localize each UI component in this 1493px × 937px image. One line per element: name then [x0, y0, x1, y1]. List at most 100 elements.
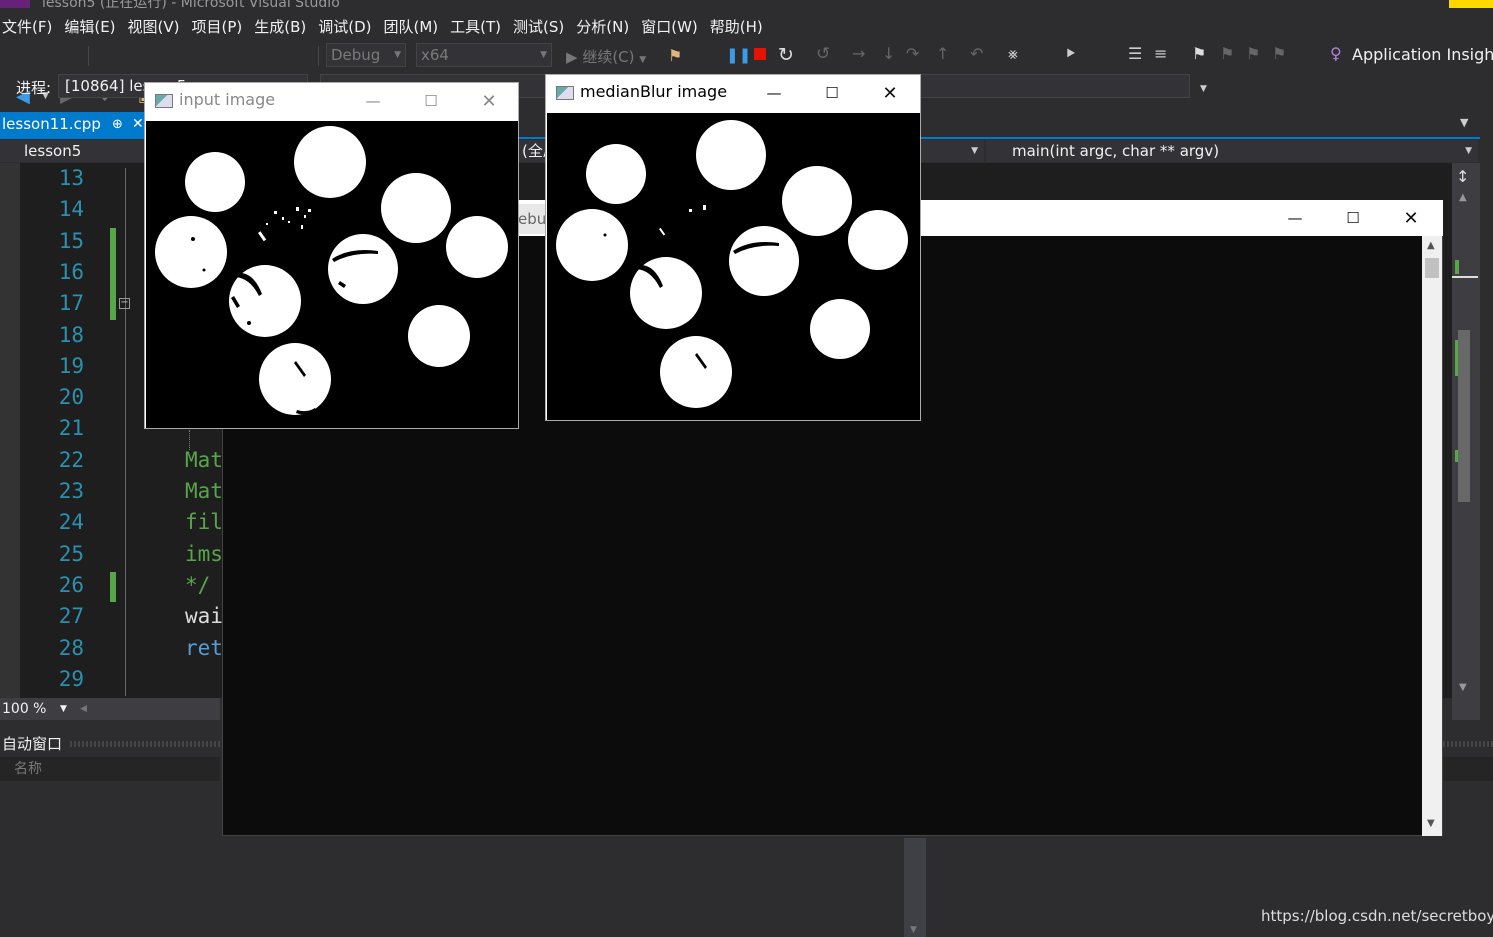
menu-bar: 文件(F) 编辑(E) 视图(V) 项目(P) 生成(B) 调试(D) 团队(M…	[0, 12, 1493, 40]
notification-flag-icon[interactable]	[1449, 0, 1493, 8]
pause-icon[interactable]: ❚❚	[726, 46, 751, 64]
continue-label: 继续(C)	[582, 48, 635, 66]
close-icon[interactable]: ✕	[1388, 203, 1434, 233]
opencv-window-icon	[155, 94, 173, 108]
line-number: 14	[58, 197, 84, 222]
step-over-icon[interactable]: ↷	[906, 44, 919, 63]
console-scrollbar[interactable]	[1422, 236, 1442, 836]
collapse-icon[interactable]: −	[119, 298, 130, 309]
autos-header-strip	[1443, 757, 1493, 781]
console-title-fragment: ebu	[518, 204, 546, 234]
project-name: lesson5	[24, 142, 82, 160]
outline-guide	[125, 168, 126, 696]
zoom-value: 100 %	[2, 701, 47, 717]
menu-build[interactable]: 生成(B)	[254, 16, 318, 37]
menu-view[interactable]: 视图(V)	[128, 16, 192, 37]
step-back-icon[interactable]: ↶	[970, 44, 983, 63]
stop-icon[interactable]	[754, 48, 766, 60]
tab-list-dropdown-icon[interactable]: ▼	[1460, 116, 1468, 129]
pin-icon[interactable]: ⊕	[112, 112, 123, 137]
line-number: 20	[58, 385, 84, 410]
median-blur-image-title: medianBlur image	[580, 82, 728, 101]
minimize-icon[interactable]: —	[1272, 203, 1318, 233]
lightbulb-icon[interactable]: ♀	[1330, 44, 1342, 63]
solution-platform-dropdown[interactable]: x64 ▼	[416, 43, 552, 67]
zoom-level-dropdown[interactable]: 100 % ▼ ◀	[0, 698, 220, 720]
close-icon[interactable]: ✕	[867, 78, 913, 108]
hot-reload-icon[interactable]: ↺	[816, 44, 830, 64]
solution-configuration-dropdown[interactable]: Debug ▼	[326, 43, 406, 67]
panel-splitter[interactable]	[904, 838, 926, 937]
comment-lines-icon[interactable]: ≡	[1154, 44, 1167, 63]
autos-name-column-header[interactable]: 名称	[0, 757, 220, 781]
menu-window[interactable]: 窗口(W)	[641, 16, 710, 37]
split-window-icon[interactable]: ↕	[1456, 167, 1474, 186]
line-number: 16	[58, 259, 84, 284]
menu-project[interactable]: 项目(P)	[192, 16, 255, 37]
minimize-icon[interactable]: —	[751, 78, 797, 108]
column-name-label: 名称	[14, 761, 42, 777]
menu-debug[interactable]: 调试(D)	[318, 16, 383, 37]
line-number: 17	[58, 291, 84, 316]
console-scroll-thumb[interactable]	[1425, 258, 1439, 278]
menu-file[interactable]: 文件(F)	[0, 16, 64, 37]
scroll-up-icon[interactable]: ▲	[1427, 240, 1435, 251]
show-next-statement-icon[interactable]: →	[852, 44, 865, 63]
toolbar-separator	[318, 46, 319, 66]
previous-bookmark-icon[interactable]: ⚑	[1220, 44, 1234, 63]
input-image-window[interactable]: input image — ☐ ✕	[144, 82, 519, 429]
maximize-icon[interactable]: ☐	[809, 78, 855, 108]
breakpoint-list-icon[interactable]: ⯈	[1064, 44, 1077, 64]
input-image-canvas	[146, 121, 518, 428]
thread-flag-icon[interactable]: ⨳	[1008, 44, 1018, 64]
median-blur-image-canvas	[547, 113, 920, 420]
opencv-window-icon	[556, 86, 574, 100]
restart-icon[interactable]: ↻	[778, 44, 794, 66]
scroll-down-icon[interactable]: ▼	[1427, 818, 1435, 829]
line-number: 29	[58, 666, 84, 691]
chevron-down-icon: ▼	[971, 146, 978, 156]
maximize-icon[interactable]: ☐	[1330, 203, 1376, 233]
solution-configuration-value: Debug	[331, 46, 381, 64]
close-icon[interactable]: ✕	[132, 112, 144, 137]
menu-test[interactable]: 测试(S)	[513, 16, 576, 37]
panel-grip[interactable]	[70, 741, 220, 747]
autos-window-title: 自动窗口	[2, 735, 63, 753]
tab-lesson11-cpp[interactable]: lesson11.cpp ⊕ ✕	[0, 112, 146, 137]
close-icon[interactable]: ✕	[466, 86, 512, 116]
editor-scroll-thumb[interactable]	[1458, 330, 1470, 502]
step-into-icon[interactable]: ↓	[882, 44, 895, 63]
project-dropdown[interactable]: lesson5	[0, 140, 145, 162]
panel-grip[interactable]	[1443, 741, 1493, 747]
continue-button[interactable]: ▶ 继续(C) ▼	[566, 46, 646, 67]
indent-icon[interactable]: ☰	[1128, 44, 1142, 63]
breakpoint-margin[interactable]	[0, 163, 20, 698]
median-blur-image-window[interactable]: medianBlur image — ☐ ✕	[545, 74, 921, 421]
line-number: 21	[58, 416, 84, 441]
chevron-down-icon: ▼	[639, 55, 647, 65]
chevron-down-icon[interactable]: ▼	[1200, 84, 1207, 94]
toolbar-separator	[88, 46, 89, 66]
menu-help[interactable]: 帮助(H)	[710, 16, 775, 37]
menu-team[interactable]: 团队(M)	[384, 16, 451, 37]
denoised-binary-circles-image	[556, 120, 908, 408]
clear-bookmarks-icon[interactable]: ⚑	[1272, 44, 1286, 63]
step-out-icon[interactable]: ↑	[936, 44, 949, 63]
scroll-up-icon[interactable]: ▲	[1459, 192, 1467, 203]
bookmark-icon[interactable]: ⚑	[1192, 44, 1206, 63]
scroll-down-icon[interactable]: ▼	[1459, 682, 1467, 693]
line-number: 13	[58, 166, 84, 190]
menu-tools[interactable]: 工具(T)	[450, 16, 513, 37]
find-in-files-icon[interactable]: ⚑	[668, 46, 682, 65]
scroll-left-icon[interactable]: ◀	[80, 698, 87, 720]
menu-edit[interactable]: 编辑(E)	[64, 16, 127, 37]
maximize-icon[interactable]: ☐	[408, 86, 454, 116]
minimize-icon[interactable]: —	[350, 86, 396, 116]
application-insights-button[interactable]: Application Insights	[1352, 45, 1493, 64]
line-number: 27	[58, 604, 84, 629]
menu-analyze[interactable]: 分析(N)	[576, 16, 641, 37]
next-bookmark-icon[interactable]: ⚑	[1246, 44, 1260, 63]
change-indicator	[110, 228, 116, 320]
function-dropdown[interactable]: main(int argc, char ** argv) ▼	[986, 140, 1478, 162]
scroll-down-icon[interactable]: ▼	[910, 925, 917, 935]
